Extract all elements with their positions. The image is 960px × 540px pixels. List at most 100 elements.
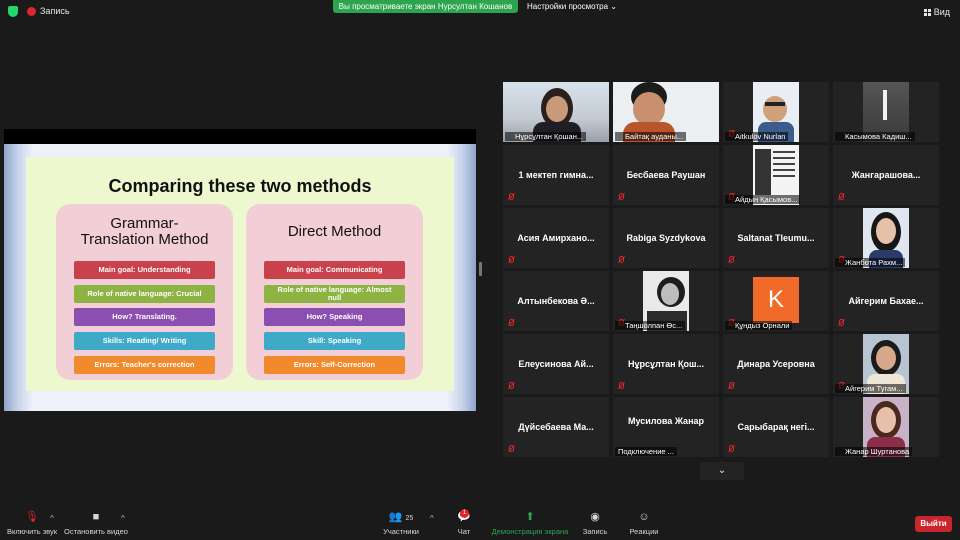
recording-icon: [27, 7, 36, 16]
unmute-label: Включить звук: [6, 527, 58, 536]
left-column-title-line2: Translation Method: [80, 231, 209, 248]
muted-mic-icon: [839, 193, 844, 200]
right-pill-how: How? Speaking: [264, 308, 405, 326]
participant-tile[interactable]: Aitkulov Nurlan: [723, 82, 829, 142]
reactions-button[interactable]: ☺ Реакции: [628, 508, 660, 540]
left-column-title-line1: Grammar-: [110, 215, 179, 232]
record-button[interactable]: ◉ Запись: [580, 508, 610, 540]
view-button-label: Вид: [933, 7, 950, 17]
participant-tile[interactable]: Rabiga Syzdykova: [613, 208, 719, 268]
participant-tile[interactable]: Елеусинова Ай...: [503, 334, 609, 394]
participant-name: Нұрсұлтан Қош...: [627, 359, 705, 369]
participant-name: Дүйсебаева Ма...: [518, 422, 594, 432]
muted-mic-icon: [619, 256, 624, 263]
participant-tile[interactable]: K Құндыз Орнали: [723, 271, 829, 331]
participant-name: Айдын Қасымов...: [725, 195, 801, 204]
participant-name: Aitkulov Nurlan: [725, 132, 789, 141]
video-options-caret-icon[interactable]: ^: [121, 514, 125, 523]
muted-mic-icon: [729, 382, 734, 389]
participant-name: Құндыз Орнали: [725, 321, 793, 330]
grammar-translation-column: Grammar- Translation Method Main goal: U…: [56, 204, 233, 380]
participant-tile[interactable]: Байтақ ауданы...: [613, 82, 719, 142]
stop-video-label: Остановить видео: [64, 527, 128, 536]
presentation-slide: Comparing these two methods Grammar- Tra…: [4, 144, 476, 411]
participant-name: Касымова Кадиш...: [835, 132, 915, 141]
participant-name: Айгерим Тугам...: [835, 384, 906, 393]
participants-count: 25: [405, 515, 414, 522]
chat-label: Чат: [457, 527, 471, 536]
unmute-button[interactable]: 🎙 Включить звук: [6, 508, 58, 540]
muted-mic-icon: [729, 256, 734, 263]
slide-content: Comparing these two methods Grammar- Tra…: [26, 157, 454, 391]
view-options-label: Настройки просмотра: [527, 2, 609, 11]
muted-mic-icon: [509, 193, 514, 200]
reactions-label: Реакции: [629, 527, 659, 536]
share-screen-label: Демонстрация экрана: [491, 527, 569, 536]
left-pill-native-language: Role of native language: Crucial: [74, 285, 215, 303]
participant-name: Мусилова Жанар: [627, 416, 705, 426]
participants-options-caret-icon[interactable]: ^: [430, 514, 434, 523]
participants-button[interactable]: 👥 25 Участники: [381, 508, 421, 540]
meeting-toolbar: 🎙 Включить звук ^ ■ Остановить видео ^ 👥…: [0, 508, 960, 540]
left-pill-skills: Skills: Reading/ Writing: [74, 332, 215, 350]
muted-mic-icon: [509, 256, 514, 263]
participant-name: 1 мектеп гимна...: [518, 170, 594, 180]
chat-button[interactable]: 💬 1 Чат: [452, 508, 476, 540]
slide-title: Comparing these two methods: [108, 176, 372, 196]
participant-tile[interactable]: Динара Усеровна: [723, 334, 829, 394]
view-options-dropdown[interactable]: Настройки просмотра ⌄: [527, 0, 617, 13]
participant-name: Елеусинова Ай...: [518, 359, 594, 369]
participant-name: Сарыбарақ негі...: [737, 422, 815, 432]
left-pill-errors: Errors: Teacher's correction: [74, 356, 215, 374]
muted-mic-icon: [509, 382, 514, 389]
recording-label: Запись: [40, 6, 70, 16]
participant-tile[interactable]: Айгерим Бахае...: [833, 271, 939, 331]
participant-tile[interactable]: Таңшолпан Өс...: [613, 271, 719, 331]
connecting-status: Подключение ...: [615, 447, 677, 456]
participant-tile[interactable]: Айдын Қасымов...: [723, 145, 829, 205]
share-screen-icon: ⬆: [525, 511, 535, 523]
participant-tile[interactable]: Saltanat Tleumu...: [723, 208, 829, 268]
security-shield-icon[interactable]: [8, 6, 18, 17]
next-page-button[interactable]: ⌄: [700, 462, 744, 480]
view-button[interactable]: Вид: [923, 7, 950, 17]
participant-tile[interactable]: Асия Амирхано...: [503, 208, 609, 268]
video-camera-icon: ■: [92, 511, 100, 523]
muted-mic-icon: [509, 445, 514, 452]
leave-button[interactable]: Выйти: [915, 516, 952, 532]
participant-tile[interactable]: Нұрсұлтан Қош...: [613, 334, 719, 394]
muted-mic-icon: [839, 319, 844, 326]
muted-mic-icon: [619, 193, 624, 200]
participant-tile[interactable]: Жангарашова...: [833, 145, 939, 205]
right-pill-goal: Main goal: Communicating: [264, 261, 405, 279]
audio-options-caret-icon[interactable]: ^: [50, 514, 54, 523]
panel-resize-handle[interactable]: [479, 262, 482, 276]
participant-tile[interactable]: Бесбаева Раушан: [613, 145, 719, 205]
participant-tile[interactable]: 1 мектеп гимна...: [503, 145, 609, 205]
participant-tile[interactable]: Жанбота Рахм...: [833, 208, 939, 268]
record-icon: ◉: [590, 511, 600, 523]
right-column-title: Direct Method: [287, 223, 382, 240]
participant-name: Таңшолпан Өс...: [615, 321, 686, 330]
share-screen-button[interactable]: ⬆ Демонстрация экрана: [490, 508, 570, 540]
grid-icon: [923, 9, 931, 16]
participant-tile[interactable]: Мусилова Жанар Подключение ...: [613, 397, 719, 457]
participant-avatar: K: [753, 277, 799, 323]
participant-tile[interactable]: Касымова Кадиш...: [833, 82, 939, 142]
reactions-icon: ☺: [638, 511, 650, 523]
participant-name: Бесбаева Раушан: [626, 170, 706, 180]
participant-name: Байтақ ауданы...: [615, 132, 687, 141]
participant-name: Айгерим Бахае...: [848, 296, 924, 306]
participant-name: Жанбота Рахм...: [835, 258, 906, 267]
left-pill-goal: Main goal: Understanding: [74, 261, 215, 279]
participant-name: Жангарашова...: [851, 170, 921, 180]
participant-tile[interactable]: Жанар Шуртанова: [833, 397, 939, 457]
stop-video-button[interactable]: ■ Остановить видео: [64, 508, 128, 540]
participant-tile[interactable]: Сарыбарақ негі...: [723, 397, 829, 457]
participant-tile[interactable]: Алтынбекова Ә...: [503, 271, 609, 331]
participant-tile[interactable]: Айгерим Тугам...: [833, 334, 939, 394]
participant-name: Нұрсұлтан Қошан...: [505, 132, 587, 141]
chevron-down-icon: ⌄: [610, 2, 617, 11]
participant-tile[interactable]: Нұрсұлтан Қошан...: [503, 82, 609, 142]
participant-tile[interactable]: Дүйсебаева Ма...: [503, 397, 609, 457]
